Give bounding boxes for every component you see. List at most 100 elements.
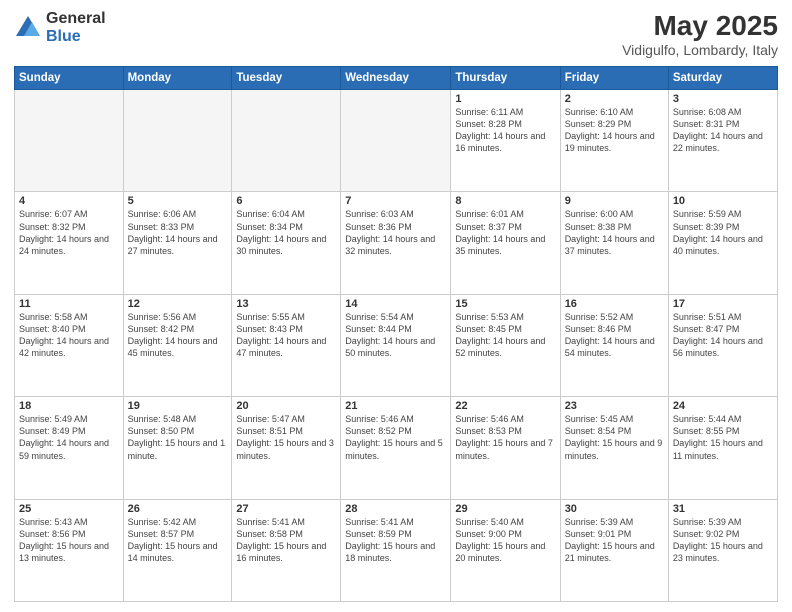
- day-info: Sunrise: 5:49 AMSunset: 8:49 PMDaylight:…: [19, 413, 119, 462]
- day-info: Sunrise: 5:52 AMSunset: 8:46 PMDaylight:…: [565, 311, 664, 360]
- day-info: Sunrise: 5:47 AMSunset: 8:51 PMDaylight:…: [236, 413, 336, 462]
- day-cell: 28Sunrise: 5:41 AMSunset: 8:59 PMDayligh…: [341, 499, 451, 601]
- day-info: Sunrise: 5:46 AMSunset: 8:53 PMDaylight:…: [455, 413, 555, 462]
- day-cell: 10Sunrise: 5:59 AMSunset: 8:39 PMDayligh…: [668, 192, 777, 294]
- day-cell: 22Sunrise: 5:46 AMSunset: 8:53 PMDayligh…: [451, 397, 560, 499]
- calendar-body: 1Sunrise: 6:11 AMSunset: 8:28 PMDaylight…: [15, 90, 778, 602]
- day-number: 7: [345, 195, 446, 207]
- day-cell: [341, 90, 451, 192]
- header-row: SundayMondayTuesdayWednesdayThursdayFrid…: [15, 67, 778, 90]
- day-cell: 20Sunrise: 5:47 AMSunset: 8:51 PMDayligh…: [232, 397, 341, 499]
- day-number: 23: [565, 400, 664, 412]
- day-info: Sunrise: 5:43 AMSunset: 8:56 PMDaylight:…: [19, 516, 119, 565]
- day-info: Sunrise: 5:48 AMSunset: 8:50 PMDaylight:…: [128, 413, 228, 462]
- day-number: 29: [455, 503, 555, 515]
- day-number: 3: [673, 93, 773, 105]
- day-number: 25: [19, 503, 119, 515]
- header-cell-wednesday: Wednesday: [341, 67, 451, 90]
- day-cell: 23Sunrise: 5:45 AMSunset: 8:54 PMDayligh…: [560, 397, 668, 499]
- header-cell-saturday: Saturday: [668, 67, 777, 90]
- day-info: Sunrise: 5:59 AMSunset: 8:39 PMDaylight:…: [673, 208, 773, 257]
- header-cell-sunday: Sunday: [15, 67, 124, 90]
- day-cell: 21Sunrise: 5:46 AMSunset: 8:52 PMDayligh…: [341, 397, 451, 499]
- day-cell: 9Sunrise: 6:00 AMSunset: 8:38 PMDaylight…: [560, 192, 668, 294]
- day-number: 24: [673, 400, 773, 412]
- day-number: 9: [565, 195, 664, 207]
- logo: General Blue: [14, 10, 106, 45]
- day-cell: 31Sunrise: 5:39 AMSunset: 9:02 PMDayligh…: [668, 499, 777, 601]
- day-cell: 1Sunrise: 6:11 AMSunset: 8:28 PMDaylight…: [451, 90, 560, 192]
- day-cell: 15Sunrise: 5:53 AMSunset: 8:45 PMDayligh…: [451, 294, 560, 396]
- day-number: 16: [565, 298, 664, 310]
- day-cell: 16Sunrise: 5:52 AMSunset: 8:46 PMDayligh…: [560, 294, 668, 396]
- page: General Blue May 2025 Vidigulfo, Lombard…: [0, 0, 792, 612]
- day-info: Sunrise: 6:03 AMSunset: 8:36 PMDaylight:…: [345, 208, 446, 257]
- day-info: Sunrise: 5:40 AMSunset: 9:00 PMDaylight:…: [455, 516, 555, 565]
- header-cell-tuesday: Tuesday: [232, 67, 341, 90]
- day-cell: 8Sunrise: 6:01 AMSunset: 8:37 PMDaylight…: [451, 192, 560, 294]
- day-cell: 30Sunrise: 5:39 AMSunset: 9:01 PMDayligh…: [560, 499, 668, 601]
- header-cell-thursday: Thursday: [451, 67, 560, 90]
- logo-general-text: General: [46, 10, 106, 28]
- week-row-4: 18Sunrise: 5:49 AMSunset: 8:49 PMDayligh…: [15, 397, 778, 499]
- day-cell: 29Sunrise: 5:40 AMSunset: 9:00 PMDayligh…: [451, 499, 560, 601]
- day-number: 27: [236, 503, 336, 515]
- day-number: 26: [128, 503, 228, 515]
- day-number: 15: [455, 298, 555, 310]
- day-info: Sunrise: 5:44 AMSunset: 8:55 PMDaylight:…: [673, 413, 773, 462]
- day-cell: 5Sunrise: 6:06 AMSunset: 8:33 PMDaylight…: [123, 192, 232, 294]
- day-number: 17: [673, 298, 773, 310]
- day-info: Sunrise: 5:46 AMSunset: 8:52 PMDaylight:…: [345, 413, 446, 462]
- day-cell: 24Sunrise: 5:44 AMSunset: 8:55 PMDayligh…: [668, 397, 777, 499]
- header-cell-friday: Friday: [560, 67, 668, 90]
- day-cell: [123, 90, 232, 192]
- day-info: Sunrise: 5:39 AMSunset: 9:02 PMDaylight:…: [673, 516, 773, 565]
- day-info: Sunrise: 6:10 AMSunset: 8:29 PMDaylight:…: [565, 106, 664, 155]
- day-info: Sunrise: 5:55 AMSunset: 8:43 PMDaylight:…: [236, 311, 336, 360]
- day-info: Sunrise: 5:42 AMSunset: 8:57 PMDaylight:…: [128, 516, 228, 565]
- logo-icon: [14, 14, 42, 42]
- day-info: Sunrise: 5:54 AMSunset: 8:44 PMDaylight:…: [345, 311, 446, 360]
- header-cell-monday: Monday: [123, 67, 232, 90]
- calendar-table: SundayMondayTuesdayWednesdayThursdayFrid…: [14, 66, 778, 602]
- day-info: Sunrise: 6:06 AMSunset: 8:33 PMDaylight:…: [128, 208, 228, 257]
- day-number: 20: [236, 400, 336, 412]
- day-cell: 3Sunrise: 6:08 AMSunset: 8:31 PMDaylight…: [668, 90, 777, 192]
- title-month: May 2025: [622, 10, 778, 42]
- day-info: Sunrise: 5:56 AMSunset: 8:42 PMDaylight:…: [128, 311, 228, 360]
- day-info: Sunrise: 6:07 AMSunset: 8:32 PMDaylight:…: [19, 208, 119, 257]
- day-number: 5: [128, 195, 228, 207]
- day-number: 13: [236, 298, 336, 310]
- week-row-2: 4Sunrise: 6:07 AMSunset: 8:32 PMDaylight…: [15, 192, 778, 294]
- day-number: 31: [673, 503, 773, 515]
- day-number: 21: [345, 400, 446, 412]
- calendar-header: SundayMondayTuesdayWednesdayThursdayFrid…: [15, 67, 778, 90]
- day-cell: 4Sunrise: 6:07 AMSunset: 8:32 PMDaylight…: [15, 192, 124, 294]
- day-number: 2: [565, 93, 664, 105]
- day-cell: 17Sunrise: 5:51 AMSunset: 8:47 PMDayligh…: [668, 294, 777, 396]
- day-number: 11: [19, 298, 119, 310]
- day-number: 18: [19, 400, 119, 412]
- week-row-1: 1Sunrise: 6:11 AMSunset: 8:28 PMDaylight…: [15, 90, 778, 192]
- day-cell: 19Sunrise: 5:48 AMSunset: 8:50 PMDayligh…: [123, 397, 232, 499]
- day-number: 19: [128, 400, 228, 412]
- day-cell: 11Sunrise: 5:58 AMSunset: 8:40 PMDayligh…: [15, 294, 124, 396]
- day-info: Sunrise: 6:00 AMSunset: 8:38 PMDaylight:…: [565, 208, 664, 257]
- day-cell: 26Sunrise: 5:42 AMSunset: 8:57 PMDayligh…: [123, 499, 232, 601]
- day-number: 6: [236, 195, 336, 207]
- day-cell: 27Sunrise: 5:41 AMSunset: 8:58 PMDayligh…: [232, 499, 341, 601]
- day-info: Sunrise: 6:08 AMSunset: 8:31 PMDaylight:…: [673, 106, 773, 155]
- day-info: Sunrise: 5:51 AMSunset: 8:47 PMDaylight:…: [673, 311, 773, 360]
- day-cell: 14Sunrise: 5:54 AMSunset: 8:44 PMDayligh…: [341, 294, 451, 396]
- day-info: Sunrise: 5:41 AMSunset: 8:59 PMDaylight:…: [345, 516, 446, 565]
- day-number: 1: [455, 93, 555, 105]
- day-number: 28: [345, 503, 446, 515]
- day-info: Sunrise: 6:11 AMSunset: 8:28 PMDaylight:…: [455, 106, 555, 155]
- day-cell: 7Sunrise: 6:03 AMSunset: 8:36 PMDaylight…: [341, 192, 451, 294]
- day-cell: 6Sunrise: 6:04 AMSunset: 8:34 PMDaylight…: [232, 192, 341, 294]
- header: General Blue May 2025 Vidigulfo, Lombard…: [14, 10, 778, 58]
- day-number: 14: [345, 298, 446, 310]
- day-number: 10: [673, 195, 773, 207]
- day-number: 4: [19, 195, 119, 207]
- day-info: Sunrise: 5:58 AMSunset: 8:40 PMDaylight:…: [19, 311, 119, 360]
